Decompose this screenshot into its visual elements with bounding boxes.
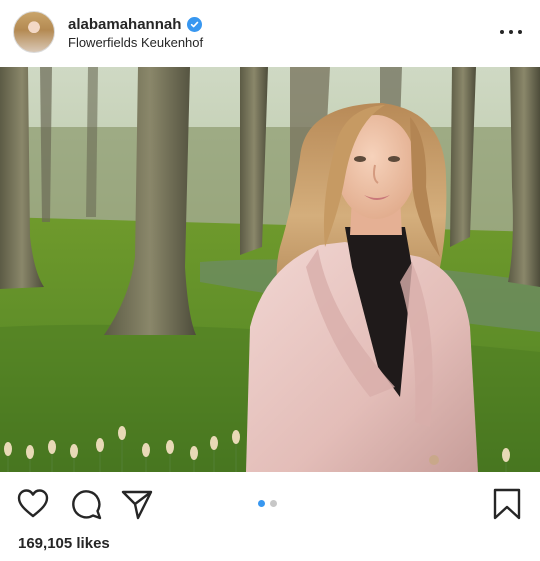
paper-plane-icon[interactable] [120, 487, 154, 521]
username-row: alabamahannah [68, 14, 203, 34]
carousel-dot [270, 500, 277, 507]
comment-icon[interactable] [69, 487, 103, 521]
bookmark-icon[interactable] [490, 487, 524, 521]
photo-image [0, 67, 540, 472]
avatar[interactable] [13, 11, 55, 53]
more-options-icon[interactable] [500, 22, 522, 42]
carousel-indicator [258, 500, 277, 507]
post-header: alabamahannah Flowerfields Keukenhof [0, 0, 540, 66]
username-link[interactable]: alabamahannah [68, 16, 181, 33]
verified-badge-icon [187, 16, 203, 32]
heart-icon[interactable] [16, 487, 50, 521]
carousel-dot-active [258, 500, 265, 507]
location-link[interactable]: Flowerfields Keukenhof [68, 35, 203, 50]
likes-count[interactable]: 169,105 likes [18, 535, 110, 552]
post-photo[interactable] [0, 67, 540, 472]
